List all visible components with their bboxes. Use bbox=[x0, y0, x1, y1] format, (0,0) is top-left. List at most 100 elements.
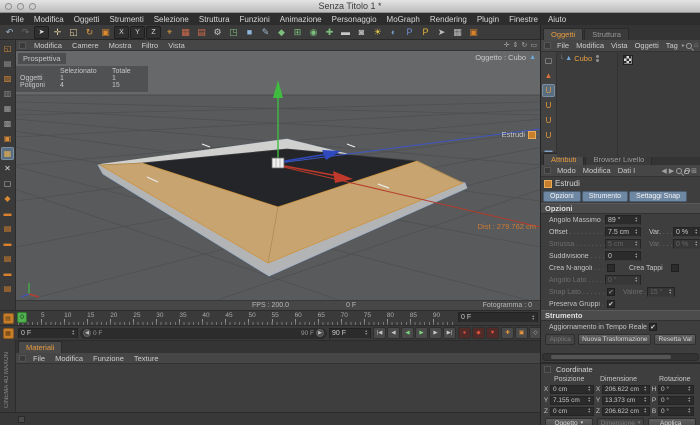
add-spline-icon[interactable]: ✎ bbox=[258, 26, 273, 39]
menu-item[interactable]: Strumenti bbox=[104, 15, 148, 24]
timeline-tick[interactable]: 55 bbox=[272, 311, 295, 325]
palette-icon-3[interactable]: ▬ bbox=[1, 237, 14, 250]
view-label[interactable]: Prospettiva bbox=[18, 53, 66, 64]
timeline-tick[interactable]: 50 bbox=[248, 311, 271, 325]
timeline-tick[interactable]: 45 bbox=[225, 311, 248, 325]
pan-view-icon[interactable]: ✛ bbox=[504, 41, 510, 49]
panel-grip-icon[interactable] bbox=[544, 42, 551, 49]
suddivisione-input[interactable]: 0▲▼ bbox=[605, 251, 641, 261]
timeline-ruler[interactable]: 0 051015202530354045505560657075808590 bbox=[16, 311, 456, 325]
timeline-tick[interactable]: 30 bbox=[156, 311, 179, 325]
goto-end-button[interactable]: ▶| bbox=[443, 327, 456, 339]
menu-item[interactable]: Oggetti bbox=[69, 15, 105, 24]
workplane-mode-icon[interactable]: ▩ bbox=[1, 117, 14, 130]
lock-x-icon[interactable]: X bbox=[114, 26, 129, 39]
uv-mode-1-icon[interactable]: U bbox=[542, 84, 555, 97]
menu-overflow-arrow[interactable]: ▸ bbox=[682, 42, 685, 49]
zoom-view-icon[interactable]: ⇕ bbox=[513, 41, 519, 49]
manager-tab[interactable]: Oggetti bbox=[543, 28, 583, 40]
render-settings-icon[interactable]: ⚙ bbox=[210, 26, 225, 39]
menu-item[interactable]: Plugin bbox=[472, 15, 504, 24]
angolo-massimo-input[interactable]: 89 °▲▼ bbox=[605, 215, 641, 225]
redo-icon[interactable]: ↷ bbox=[18, 26, 33, 39]
uv-mode-2-icon[interactable]: U bbox=[542, 99, 555, 112]
visibility-toggles[interactable] bbox=[596, 55, 599, 62]
layout-icon[interactable]: ▦ bbox=[450, 26, 465, 39]
timeline-tick[interactable]: 35 bbox=[179, 311, 202, 325]
section-opzioni[interactable]: Opzioni bbox=[541, 203, 700, 214]
render-queue-icon[interactable]: ▣ bbox=[466, 26, 481, 39]
palette-icon-4[interactable]: ▤ bbox=[1, 252, 14, 265]
size-input[interactable]: 206.622 cm▲▼ bbox=[602, 407, 650, 416]
objects-menu-file[interactable]: File bbox=[554, 41, 572, 50]
menu-item[interactable]: Struttura bbox=[194, 15, 235, 24]
viewport-menu-filtro[interactable]: Filtro bbox=[138, 41, 163, 50]
mode-tab[interactable]: Strumento bbox=[582, 191, 628, 202]
tool-button[interactable]: Applica bbox=[545, 334, 575, 345]
timeline-tick[interactable]: 70 bbox=[341, 311, 364, 325]
snap-icon[interactable]: ◆ bbox=[1, 192, 14, 205]
add-camera-icon[interactable]: ◙ bbox=[354, 26, 369, 39]
history-forward-icon[interactable]: ▶ bbox=[669, 167, 674, 175]
materials-menu-texture[interactable]: Texture bbox=[129, 354, 164, 363]
viewport-canvas[interactable]: Prospettiva Selezionato Totale Oggetti 1… bbox=[16, 51, 540, 300]
add-floor-icon[interactable]: ▬ bbox=[338, 26, 353, 39]
section-strumento[interactable]: Strumento bbox=[541, 310, 700, 321]
lock-y-icon[interactable]: Y bbox=[130, 26, 145, 39]
maximize-view-icon[interactable]: ▭ bbox=[530, 41, 537, 49]
render-picture-viewer-icon[interactable]: ▤ bbox=[194, 26, 209, 39]
viewport-menu-camere[interactable]: Camere bbox=[68, 41, 103, 50]
add-array-icon[interactable]: ⊞ bbox=[290, 26, 305, 39]
lock-icon[interactable] bbox=[684, 170, 689, 174]
coordinate-button[interactable]: Applica bbox=[648, 418, 696, 425]
prev-key-button[interactable]: ◀ bbox=[387, 327, 400, 339]
selection-filter-icon[interactable]: ➤ bbox=[434, 26, 449, 39]
menu-item[interactable]: Animazione bbox=[275, 15, 327, 24]
range-left-handle[interactable]: ◀ bbox=[83, 329, 91, 337]
plugin-p2-icon[interactable]: P bbox=[418, 26, 433, 39]
panel-grip-icon[interactable] bbox=[19, 42, 26, 49]
history-back-icon[interactable]: ◀ bbox=[661, 167, 666, 175]
timeline-tick[interactable]: 5 bbox=[41, 311, 64, 325]
timeline-tick[interactable]: 80 bbox=[387, 311, 410, 325]
coordinate-button[interactable]: Dimensione▾ bbox=[597, 418, 645, 425]
menu-item[interactable]: MoGraph bbox=[382, 15, 425, 24]
objects-menu-oggetti[interactable]: Oggetti bbox=[632, 41, 662, 50]
menu-item[interactable]: File bbox=[6, 15, 29, 24]
manager-tab[interactable]: Struttura bbox=[584, 28, 629, 40]
timeline-playhead[interactable]: 0 bbox=[17, 312, 27, 323]
materials-menu-file[interactable]: File bbox=[28, 354, 50, 363]
timeline-tick[interactable]: 10 bbox=[64, 311, 87, 325]
scale-icon[interactable]: ◱ bbox=[66, 26, 81, 39]
search-icon[interactable] bbox=[676, 168, 682, 174]
timeline-tick[interactable]: 20 bbox=[110, 311, 133, 325]
goto-start-button[interactable]: |◀ bbox=[373, 327, 386, 339]
menu-item[interactable]: Rendering bbox=[425, 15, 472, 24]
transport-palette-icon[interactable]: ▦ bbox=[3, 328, 14, 339]
record-active-button[interactable]: ◆ bbox=[472, 327, 485, 339]
move-icon[interactable]: ✛ bbox=[50, 26, 65, 39]
add-nurbs-icon[interactable]: ◆ bbox=[274, 26, 289, 39]
materials-list[interactable] bbox=[16, 364, 540, 412]
menu-item[interactable]: Aiuto bbox=[543, 15, 571, 24]
timeline-palette-icon[interactable]: ▤ bbox=[3, 313, 14, 324]
mode-tab[interactable]: Settaggi Snap bbox=[629, 191, 687, 202]
texture-tag-icon[interactable] bbox=[623, 55, 633, 65]
undo-icon[interactable]: ↶ bbox=[2, 26, 17, 39]
viewport-menu-vista[interactable]: Vista bbox=[164, 41, 189, 50]
menu-item[interactable]: Finestre bbox=[504, 15, 543, 24]
rotation-input[interactable]: 0 °▲▼ bbox=[658, 396, 694, 405]
search-icon[interactable] bbox=[686, 43, 692, 49]
render-view-icon[interactable]: ▦ bbox=[178, 26, 193, 39]
menu-item[interactable]: Selezione bbox=[149, 15, 194, 24]
size-input[interactable]: 206.622 cm▲▼ bbox=[602, 385, 650, 394]
palette-icon-5[interactable]: ▬ bbox=[1, 267, 14, 280]
rotate-icon[interactable]: ↻ bbox=[82, 26, 97, 39]
tool-button[interactable]: Resetta Val bbox=[654, 334, 696, 345]
uv-mode-4-icon[interactable]: U bbox=[542, 129, 555, 142]
objects-menu-vista[interactable]: Vista bbox=[608, 41, 631, 50]
position-input[interactable]: 0 cm▲▼ bbox=[550, 385, 594, 394]
zoom-window-icon[interactable] bbox=[29, 3, 36, 10]
crea-n-angoli-checkbox[interactable] bbox=[607, 264, 615, 272]
timeline-tick[interactable]: 65 bbox=[318, 311, 341, 325]
